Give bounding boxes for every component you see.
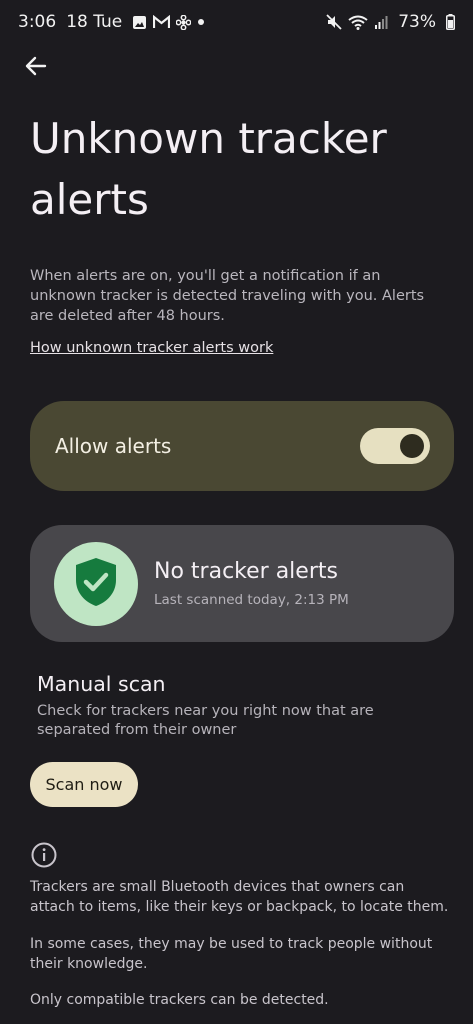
status-date: 18 Tue: [66, 12, 123, 32]
page-title: Unknown tracker alerts: [30, 114, 387, 224]
allow-alerts-row[interactable]: Allow alerts: [30, 401, 454, 491]
more-notifications-dot-icon: [197, 18, 205, 26]
allow-alerts-toggle[interactable]: [360, 428, 430, 464]
arrow-left-icon: [24, 54, 48, 82]
scan-now-button[interactable]: Scan now: [30, 762, 138, 807]
gallery-icon: [132, 15, 147, 30]
info-paragraph-2: In some cases, they may be used to track…: [30, 936, 433, 972]
gmail-icon: [153, 15, 171, 29]
back-button[interactable]: [18, 50, 54, 86]
status-bar-left: 3:06 18 Tue: [18, 12, 205, 32]
notification-icons: [132, 14, 205, 30]
info-icon: [31, 842, 57, 872]
manual-scan-title: Manual scan: [37, 672, 166, 696]
shield-check-icon: [73, 556, 119, 612]
last-scanned-text: Last scanned today, 2:13 PM: [154, 592, 349, 608]
how-alerts-work-link[interactable]: How unknown tracker alerts work: [30, 340, 273, 356]
signal-icon: [374, 15, 388, 29]
alerts-description: When alerts are on, you'll get a notific…: [30, 268, 425, 324]
status-bar-right: 73%: [326, 12, 455, 32]
shield-badge: [54, 541, 138, 626]
mute-icon: [326, 14, 342, 30]
battery-percent: 73%: [398, 12, 436, 32]
info-paragraph-3: Only compatible trackers can be detected…: [30, 992, 329, 1008]
status-text: No tracker alerts Last scanned today, 2:…: [154, 559, 349, 608]
toggle-knob: [400, 434, 424, 458]
battery-icon: [446, 14, 455, 30]
status-bar: 3:06 18 Tue 73%: [0, 0, 473, 44]
pinwheel-icon: [176, 14, 192, 30]
wifi-icon: [348, 15, 368, 30]
info-paragraph-1: Trackers are small Bluetooth devices tha…: [30, 879, 449, 915]
tracker-status-card: No tracker alerts Last scanned today, 2:…: [30, 525, 454, 642]
status-time: 3:06: [18, 12, 57, 32]
status-title: No tracker alerts: [154, 559, 338, 584]
tracker-alerts-page: 3:06 18 Tue 73% Unknown tracker alerts W…: [0, 0, 473, 1024]
allow-alerts-label: Allow alerts: [55, 434, 172, 458]
system-icons: [326, 14, 388, 30]
manual-scan-description: Check for trackers near you right now th…: [37, 703, 374, 738]
